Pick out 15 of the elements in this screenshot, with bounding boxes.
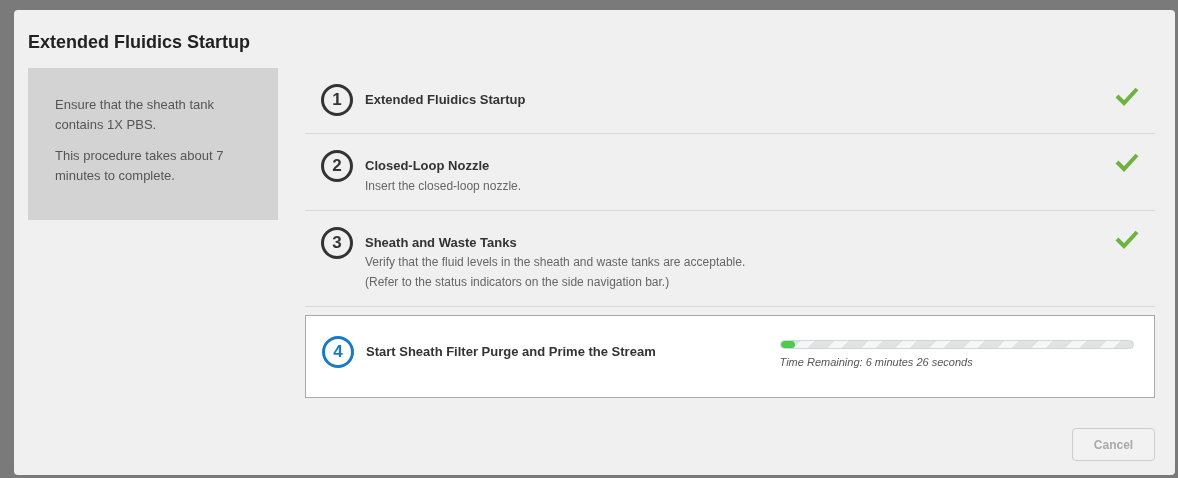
step-title: Sheath and Waste Tanks <box>365 233 518 252</box>
step-title: Extended Fluidics Startup <box>365 91 526 109</box>
time-remaining: Time Remaining: 6 minutes 26 seconds <box>779 355 974 370</box>
step-title: Closed-Loop Nozzle <box>365 157 491 175</box>
info-text: Ensure that the sheath tank contains 1X PBS. <box>55 96 215 134</box>
step-number: 3 <box>321 226 353 259</box>
step-description: (Refer to the status indicators on the side navigation bar.) <box>365 274 671 291</box>
step-description: Verify that the fluid levels in the sheath and waste tanks are acceptable. <box>365 254 746 271</box>
step-description: Insert the closed-loop nozzle. <box>365 177 522 195</box>
step-title: Start Sheath Filter Purge and Prime the Stream <box>366 343 657 361</box>
dialog-title: Extended Fluidics Startup <box>27 31 252 54</box>
step-number: 2 <box>321 150 353 182</box>
info-text: This procedure takes about 7 minutes to complete. <box>55 147 225 185</box>
step-number: 1 <box>321 84 353 116</box>
step-number: 4 <box>322 336 354 368</box>
